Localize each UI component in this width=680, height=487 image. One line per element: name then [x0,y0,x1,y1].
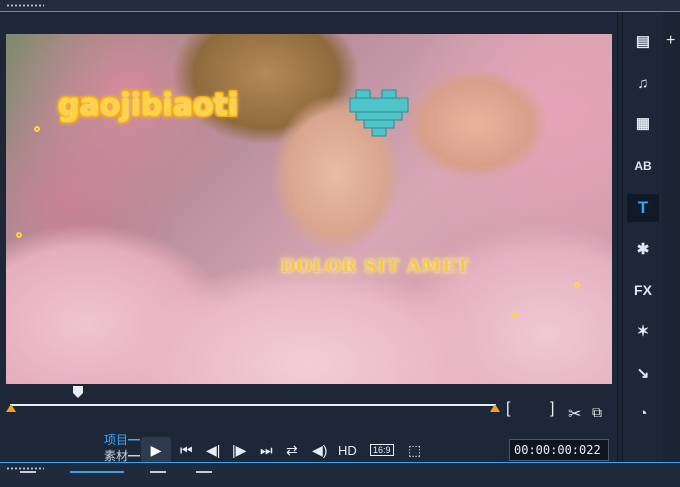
skip-back-icon[interactable]: ⏮ [180,442,193,459]
toolbar-icon[interactable] [150,471,166,481]
scissors-icon[interactable]: ✂ [568,404,581,424]
sparkle-icon [34,126,40,132]
drag-grip-icon[interactable] [6,4,44,7]
mode-project[interactable]: 项目━ [104,432,140,448]
toolbar-icon[interactable] [20,471,36,481]
trim-end-handle[interactable] [490,404,500,412]
timeline-track[interactable] [10,404,496,406]
fx-icon[interactable]: FX [627,276,659,304]
overlay-title-text[interactable]: gaojibiaoti [58,88,238,123]
copy-icon[interactable]: ⧉ [592,404,602,421]
frame-back-icon[interactable]: ◀| [206,442,220,459]
playhead-icon[interactable] [72,385,84,399]
instant-project-icon[interactable]: ▦ [627,110,659,138]
video-preview[interactable]: gaojibiaoti DOLOR SIT AMET [6,34,612,384]
sparkle-icon [512,312,518,318]
path-icon[interactable]: ↘ [627,360,659,388]
crop-icon[interactable]: ⬚ [408,442,421,459]
toolbar-icon[interactable] [70,471,124,481]
frame-forward-icon[interactable]: |▶ [232,442,246,459]
mode-selector[interactable]: 项目━ 素材━ [104,432,140,464]
heart-sticker-icon [349,89,409,137]
hd-button[interactable]: HD [338,443,357,458]
library-sidebar: ▤ ♫ ▦ AB T ✱ FX ✶ ↘ ◔ [622,12,662,462]
skip-forward-icon[interactable]: ⏭ [260,442,273,459]
volume-icon[interactable]: ◀) [312,442,327,459]
title-icon[interactable]: T [627,194,659,222]
trim-start-handle[interactable] [6,404,16,412]
video-editor-window: gaojibiaoti DOLOR SIT AMET [] ✂ ⧉ 项目━ 素… [0,0,680,487]
trim-timeline[interactable] [6,402,500,414]
player-panel: gaojibiaoti DOLOR SIT AMET [] ✂ ⧉ 项目━ 素… [0,12,618,464]
add-icon[interactable]: + [666,32,675,50]
magic-wand-icon[interactable]: ✶ [627,318,659,346]
repeat-icon[interactable]: ⇄ [286,442,298,459]
speed-gauge-icon[interactable]: ◔ [627,400,659,428]
play-button[interactable]: ▶ [141,437,171,463]
aspect-ratio-button[interactable]: 16:9 [370,444,394,456]
mark-in-button[interactable]: [ [506,400,510,418]
transition-icon[interactable]: AB [627,152,659,180]
play-icon: ▶ [150,442,162,458]
drag-grip-icon[interactable] [6,467,44,470]
bottom-toolbar [0,462,680,487]
toolbar-icon[interactable] [196,471,212,481]
music-icon[interactable]: ♫ [627,70,659,98]
mark-out-button[interactable]: ] [550,400,554,418]
graphics-icon[interactable]: ✱ [627,236,659,264]
right-panel-edge: + [662,12,680,462]
top-bar [0,0,680,12]
timecode-field[interactable]: 00:00:00:022 [509,439,609,461]
sparkle-icon [574,282,580,288]
overlay-subtitle-text[interactable]: DOLOR SIT AMET [280,256,470,277]
media-icon[interactable]: ▤ [627,28,659,56]
sparkle-icon [16,232,22,238]
